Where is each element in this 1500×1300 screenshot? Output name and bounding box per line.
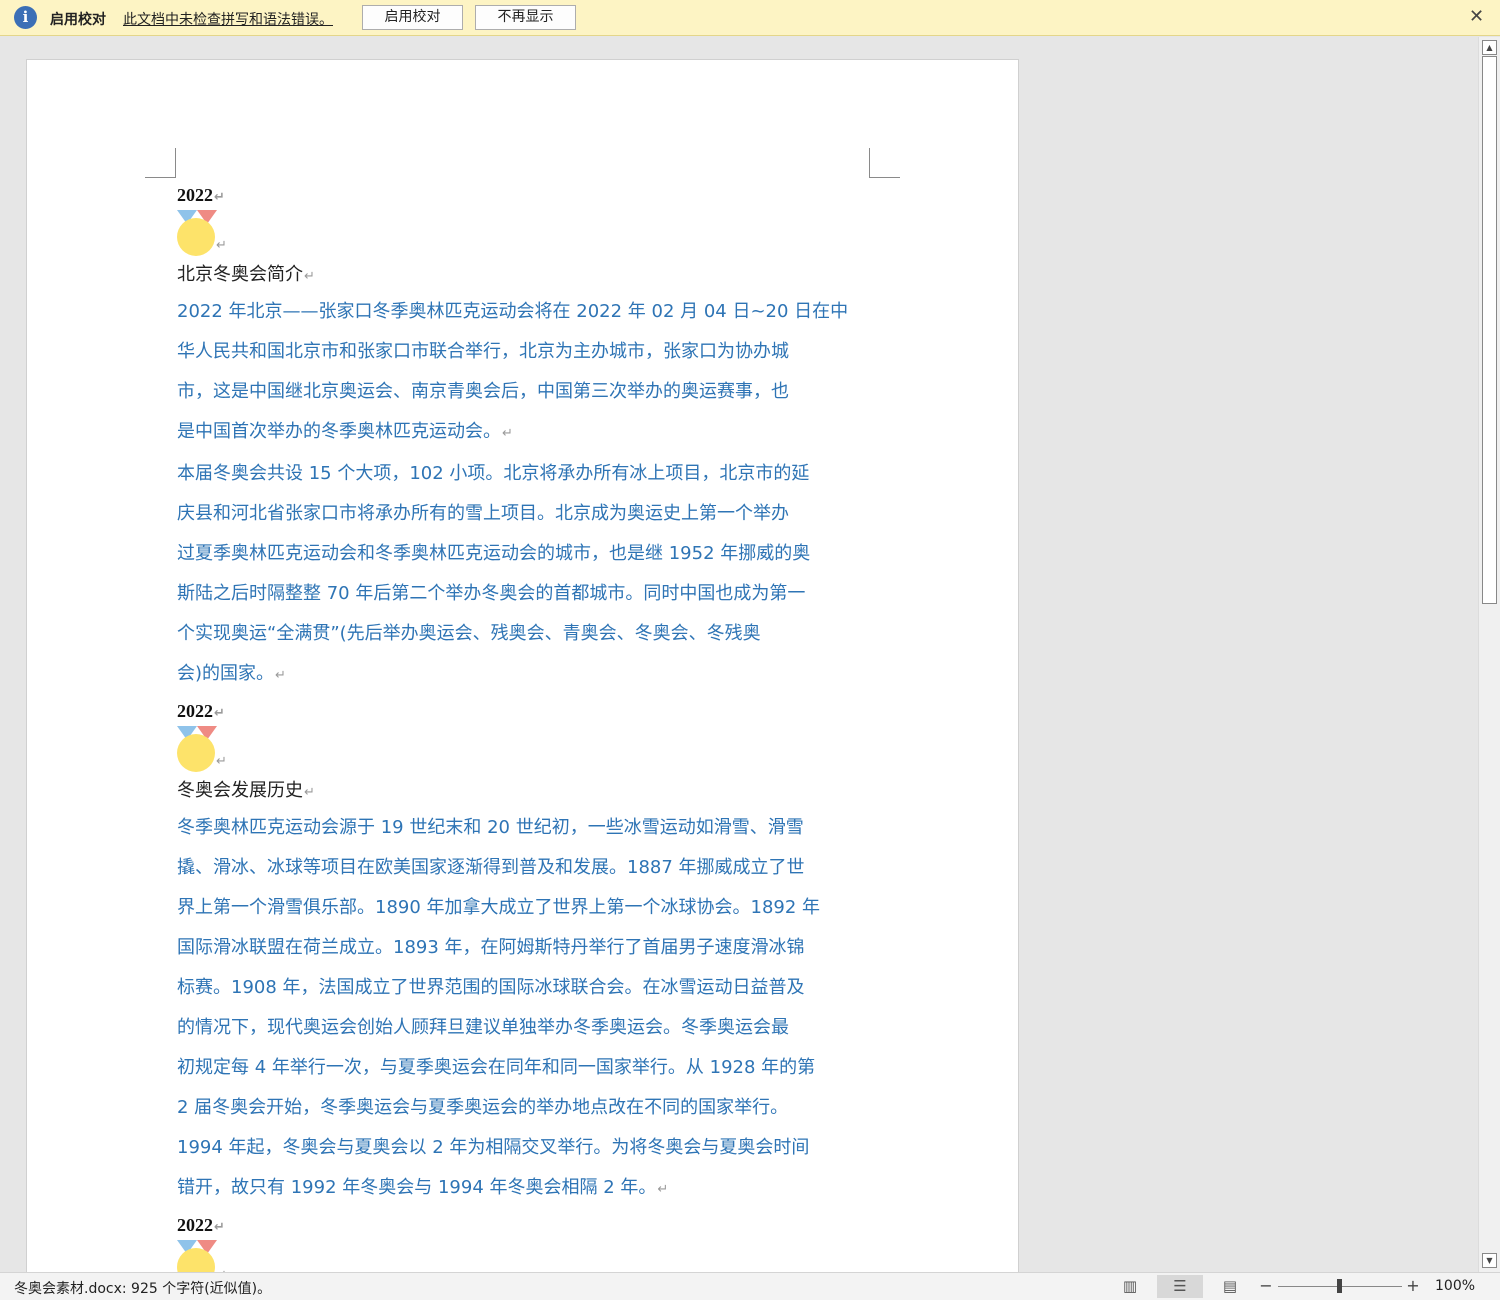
text-line: 2 届冬奥会开始，冬季奥运会与夏季奥运会的举办地点改在不同的国家举行。 (177, 1088, 877, 1128)
text-line: 斯陆之后时隔整整 70 年后第二个举办冬奥会的首都城市。同时中国也成为第一 (177, 574, 877, 614)
line-text: 市，这是中国继北京奥运会、南京青奥会后，中国第三次举办的奥运赛事，也 (177, 381, 789, 402)
document-page[interactable]: 2022↵ ↵ 北京冬奥会简介↵ 2022 年北京——张家口冬季奥林匹克运动会将在 2… (26, 59, 1019, 1272)
body-paragraph[interactable]: 本届冬奥会共设 15 个大项，102 小项。北京将承办所有冰上项目，北京市的延庆… (177, 454, 877, 696)
paragraph-mark: ↵ (657, 1182, 669, 1197)
paragraph-mark: ↵ (304, 269, 315, 284)
section-year[interactable]: 2022↵ (177, 1210, 877, 1240)
heading-text: 北京冬奥会简介 (177, 264, 303, 285)
line-text: 撬、滑冰、冰球等项目在欧美国家逐渐得到普及和发展。1887 年挪威成立了世 (177, 857, 805, 878)
body-paragraph[interactable]: 冬季奥林匹克运动会源于 19 世纪末和 20 世纪初，一些冰雪运动如滑雪、滑雪撬… (177, 808, 877, 1210)
text-line: 庆县和河北省张家口市将承办所有的雪上项目。北京成为奥运史上第一个举办 (177, 494, 877, 534)
status-bar: 冬奥会素材.docx: 925 个字符(近似值)。 ▥ ☰ ▤ − + 100% (0, 1272, 1500, 1300)
body-paragraph[interactable]: 2022 年北京——张家口冬季奥林匹克运动会将在 2022 年 02 月 04 … (177, 292, 877, 454)
paragraph-mark: ↵ (275, 668, 286, 683)
paragraph-mark: ↵ (304, 785, 315, 800)
line-text: 是中国首次举办的冬季奥林匹克运动会。 (177, 421, 501, 442)
year-text: 2022 (177, 1215, 213, 1235)
paragraph-mark: ↵ (216, 754, 227, 769)
text-line: 撬、滑冰、冰球等项目在欧美国家逐渐得到普及和发展。1887 年挪威成立了世 (177, 848, 877, 888)
text-line: 标赛。1908 年，法国成立了世界范围的国际冰球联合会。在冰雪运动日益普及 (177, 968, 877, 1008)
zoom-slider-thumb[interactable] (1337, 1279, 1342, 1293)
paragraph-mark: ↵ (214, 706, 225, 721)
line-text: 2 届冬奥会开始，冬季奥运会与夏季奥运会的举办地点改在不同的国家举行。 (177, 1097, 789, 1118)
print-layout-icon[interactable]: ☰ (1157, 1275, 1203, 1298)
line-text: 2022 年北京——张家口冬季奥林匹克运动会将在 2022 年 02 月 04 … (177, 301, 849, 322)
line-text: 1994 年起，冬奥会与夏奥会以 2 年为相隔交叉举行。为将冬奥会与夏奥会时间 (177, 1137, 810, 1158)
document-body[interactable]: 2022↵ ↵ 北京冬奥会简介↵ 2022 年北京——张家口冬季奥林匹克运动会将在 2… (177, 180, 877, 1272)
text-line: 华人民共和国北京市和张家口市联合举行，北京为主办城市，张家口为协办城 (177, 332, 877, 372)
scroll-thumb[interactable] (1482, 56, 1497, 604)
line-text: 华人民共和国北京市和张家口市联合举行，北京为主办城市，张家口为协办城 (177, 341, 789, 362)
year-text: 2022 (177, 185, 213, 205)
infobar-message-link[interactable]: 此文档中未检查拼写和语法错误。 (123, 9, 333, 29)
proofing-infobar: i 启用校对 此文档中未检查拼写和语法错误。 启用校对 不再显示 ✕ (0, 0, 1500, 36)
scroll-up-arrow-icon[interactable]: ▲ (1482, 40, 1497, 55)
paragraph-mark: ↵ (214, 1220, 225, 1235)
scroll-down-arrow-icon[interactable]: ▼ (1482, 1253, 1497, 1268)
medal-icon (177, 734, 215, 772)
section-year[interactable]: 2022↵ (177, 696, 877, 726)
line-text: 标赛。1908 年，法国成立了世界范围的国际冰球联合会。在冰雪运动日益普及 (177, 977, 805, 998)
dont-show-again-button[interactable]: 不再显示 (475, 5, 576, 30)
line-text: 本届冬奥会共设 15 个大项，102 小项。北京将承办所有冰上项目，北京市的延 (177, 463, 810, 484)
zoom-in-button[interactable]: + (1405, 1275, 1421, 1297)
line-text: 国际滑冰联盟在荷兰成立。1893 年，在阿姆斯特丹举行了首届男子速度滑冰锦 (177, 937, 805, 958)
paragraph-mark: ↵ (216, 238, 227, 253)
line-text: 初规定每 4 年举行一次，与夏季奥运会在同年和同一国家举行。从 1928 年的第 (177, 1057, 816, 1078)
zoom-level[interactable]: 100% (1435, 1278, 1475, 1294)
crop-mark-top-right (869, 148, 900, 178)
text-line: 是中国首次举办的冬季奥林匹克运动会。↵ (177, 412, 877, 454)
text-line: 会)的国家。↵ (177, 654, 877, 696)
section-year[interactable]: 2022↵ (177, 180, 877, 210)
heading-text: 冬奥会发展历史 (177, 780, 303, 801)
section-heading[interactable]: 北京冬奥会简介↵ (177, 258, 877, 292)
text-line: 国际滑冰联盟在荷兰成立。1893 年，在阿姆斯特丹举行了首届男子速度滑冰锦 (177, 928, 877, 968)
medal-image[interactable]: ↵ (177, 1240, 237, 1272)
medal-icon (177, 218, 215, 256)
infobar-title: 启用校对 (50, 12, 106, 28)
line-text: 会)的国家。 (177, 663, 275, 684)
web-layout-icon[interactable]: ▤ (1207, 1275, 1253, 1298)
text-line: 1994 年起，冬奥会与夏奥会以 2 年为相隔交叉举行。为将冬奥会与夏奥会时间 (177, 1128, 877, 1168)
line-text: 界上第一个滑雪俱乐部。1890 年加拿大成立了世界上第一个冰球协会。1892 年 (177, 897, 821, 918)
medal-image[interactable]: ↵ (177, 210, 237, 258)
document-canvas[interactable]: 2022↵ ↵ 北京冬奥会简介↵ 2022 年北京——张家口冬季奥林匹克运动会将在 2… (0, 37, 1478, 1272)
text-line: 初规定每 4 年举行一次，与夏季奥运会在同年和同一国家举行。从 1928 年的第 (177, 1048, 877, 1088)
line-text: 过夏季奥林匹克运动会和冬季奥林匹克运动会的城市，也是继 1952 年挪威的奥 (177, 543, 811, 564)
line-text: 庆县和河北省张家口市将承办所有的雪上项目。北京成为奥运史上第一个举办 (177, 503, 789, 524)
line-text: 错开，故只有 1992 年冬奥会与 1994 年冬奥会相隔 2 年。 (177, 1177, 657, 1198)
vertical-scrollbar[interactable]: ▲ ▼ (1478, 37, 1500, 1272)
line-text: 的情况下，现代奥运会创始人顾拜旦建议单独举办冬季奥运会。冬季奥运会最 (177, 1017, 789, 1038)
text-line: 2022 年北京——张家口冬季奥林匹克运动会将在 2022 年 02 月 04 … (177, 292, 877, 332)
text-line: 界上第一个滑雪俱乐部。1890 年加拿大成立了世界上第一个冰球协会。1892 年 (177, 888, 877, 928)
section-heading[interactable]: 冬奥会发展历史↵ (177, 774, 877, 808)
line-text: 个实现奥运“全满贯”(先后举办奥运会、残奥会、青奥会、冬奥会、冬残奥 (177, 623, 761, 644)
text-line: 的情况下，现代奥运会创始人顾拜旦建议单独举办冬季奥运会。冬季奥运会最 (177, 1008, 877, 1048)
zoom-out-button[interactable]: − (1258, 1275, 1274, 1297)
text-line: 本届冬奥会共设 15 个大项，102 小项。北京将承办所有冰上项目，北京市的延 (177, 454, 877, 494)
paragraph-mark: ↵ (502, 426, 513, 441)
info-icon: i (14, 6, 37, 29)
read-mode-icon[interactable]: ▥ (1107, 1275, 1153, 1298)
year-text: 2022 (177, 701, 213, 721)
enable-proofing-button[interactable]: 启用校对 (362, 5, 463, 30)
medal-image[interactable]: ↵ (177, 726, 237, 774)
text-line: 冬季奥林匹克运动会源于 19 世纪末和 20 世纪初，一些冰雪运动如滑雪、滑雪 (177, 808, 877, 848)
line-text: 冬季奥林匹克运动会源于 19 世纪末和 20 世纪初，一些冰雪运动如滑雪、滑雪 (177, 817, 804, 838)
word-count-status[interactable]: 冬奥会素材.docx: 925 个字符(近似值)。 (14, 1278, 271, 1298)
text-line: 市，这是中国继北京奥运会、南京青奥会后，中国第三次举办的奥运赛事，也 (177, 372, 877, 412)
crop-mark-top-left (145, 148, 176, 178)
text-line: 个实现奥运“全满贯”(先后举办奥运会、残奥会、青奥会、冬奥会、冬残奥 (177, 614, 877, 654)
paragraph-mark: ↵ (214, 190, 225, 205)
close-icon[interactable]: ✕ (1469, 6, 1484, 28)
line-text: 斯陆之后时隔整整 70 年后第二个举办冬奥会的首都城市。同时中国也成为第一 (177, 583, 806, 604)
text-line: 错开，故只有 1992 年冬奥会与 1994 年冬奥会相隔 2 年。↵ (177, 1168, 877, 1210)
text-line: 过夏季奥林匹克运动会和冬季奥林匹克运动会的城市，也是继 1952 年挪威的奥 (177, 534, 877, 574)
